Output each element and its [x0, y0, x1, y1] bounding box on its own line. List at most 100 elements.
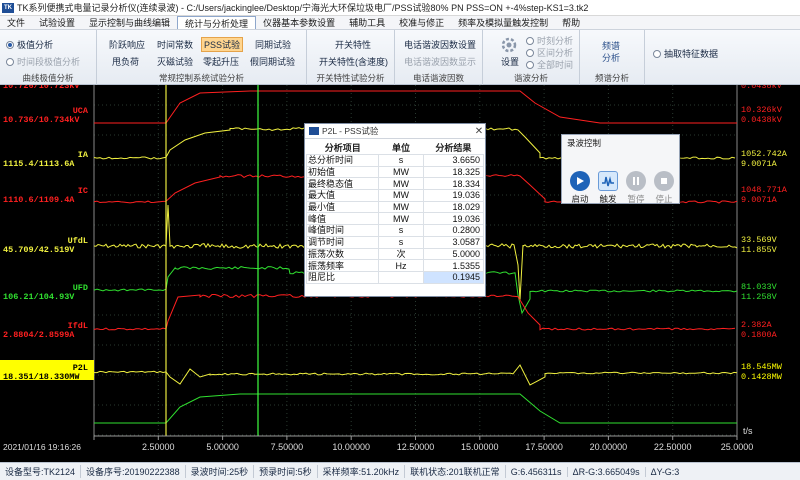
table-row[interactable]: 最终稳态值 MW 18.334 — [305, 177, 485, 191]
window-title: TK系列便携式电量记录分析仪(连续录波) - C:/Users/jackingl… — [17, 3, 589, 13]
channel-right-value2: 0.1428MW — [741, 372, 783, 382]
cell-unit: MW — [378, 177, 424, 191]
recording-control-panel[interactable]: 录波控制 启动 触发 暂停 停止 — [561, 134, 680, 204]
x-tick-label: 7.50000 — [271, 442, 304, 452]
connection-status: 联机状态:201联机正常 — [405, 465, 506, 478]
table-row[interactable]: 最大值 MW 19.036 — [305, 189, 485, 202]
title-bar: TK TK系列便携式电量记录分析仪(连续录波) - C:/Users/jacki… — [0, 0, 800, 16]
analysis-results-body: 总分析时间 s 3.6650 初始值 MW 18.325 最终稳态值 MW 18.334 最大值 M… — [305, 154, 485, 284]
cell-result: 18.029 — [422, 200, 485, 214]
table-row[interactable]: 初始值 MW 18.325 — [305, 165, 485, 179]
channel-right-value: 1048.771A — [741, 185, 788, 195]
status-bar: 设备型号:TK2124 设备序号:20190222388 录波时间:25秒 预录… — [0, 462, 800, 480]
channel-right-value2: 0.0438kV — [741, 115, 783, 125]
cell-result: 18.325 — [422, 165, 485, 179]
step-response-button[interactable]: 阶跃响应 — [109, 38, 145, 51]
table-row[interactable]: 最小值 MW 18.029 — [305, 200, 485, 214]
channel-right-top-partial: 0.0438kV — [741, 85, 783, 91]
x-tick-label: 15.00000 — [461, 442, 499, 452]
table-row[interactable]: 总分析时间 s 3.6650 — [305, 154, 485, 167]
de-excitation-button[interactable]: 灭磁试验 — [157, 55, 193, 68]
channel-name: IA — [78, 150, 89, 160]
cell-item: 振荡频率 — [305, 259, 380, 272]
menu-tab[interactable]: 辅助工具 — [342, 16, 392, 29]
cell-item: 最小值 — [305, 200, 380, 214]
device-serial: 设备序号:20190222388 — [81, 465, 186, 478]
channel-right-value: 18.545MW — [741, 362, 783, 372]
cell-item: 最大值 — [305, 189, 380, 202]
cell-item: 总分析时间 — [305, 154, 380, 167]
time-constant-button[interactable]: 时间常数 — [157, 38, 193, 51]
table-row[interactable]: 振荡次数次 5.0000 — [305, 247, 485, 261]
table-row[interactable]: 调节时间 s 3.0587 — [305, 235, 485, 249]
pss-test-button[interactable]: PSS试验 — [201, 37, 244, 52]
menu-tab[interactable]: 帮助 — [555, 16, 587, 29]
menu-tab[interactable]: 仪器基本参数设置 — [256, 16, 342, 29]
switch-characteristics-speed-button[interactable]: 开关特性(含速度) — [319, 55, 388, 68]
menu-bar: 文件 试验设置 显示控制与曲线编辑 统计与分析处理 仪器基本参数设置 辅助工具 校准与修正频… — [0, 16, 800, 30]
pause-icon — [626, 171, 646, 191]
switch-characteristics-button[interactable]: 开关特性 — [335, 38, 371, 51]
x-tick-label: 22.50000 — [654, 442, 692, 452]
thf-display-button[interactable]: 电话谐波因数显示 — [404, 55, 476, 68]
radio-indicator — [526, 49, 534, 57]
group-label: 常规控制系统试验分析 — [158, 73, 244, 83]
thf-settings-button[interactable]: 电话谐波因数设置 — [404, 38, 476, 51]
channel-right-value: 81.033V — [741, 282, 778, 292]
channel-value: 106.21/104.93V — [3, 292, 75, 302]
radio-indicator — [6, 58, 14, 66]
group-label: 频谱分析 — [594, 73, 629, 83]
pause-button[interactable]: 暂停 — [624, 171, 648, 205]
channel-right-value: 2.382A — [741, 320, 773, 330]
group-control-tests: 阶跃响应 时间常数 PSS试验 同期试验 甩负荷 灭磁试验 零起升压 假同期试验… — [97, 30, 307, 85]
sync-test-button[interactable]: 同期试验 — [255, 38, 291, 51]
table-row[interactable]: 峰值时间 s 0.2800 — [305, 224, 485, 237]
group-telephone-harmonic: 电话谐波因数设置 电话谐波因数显示 电话谐波因数 — [395, 30, 483, 85]
table-row[interactable]: 阻尼比 0.1945 — [305, 270, 485, 284]
cell-unit: MW — [378, 212, 424, 226]
cell-unit: MW — [378, 189, 424, 202]
channel-value: 10.736/10.734kV — [3, 115, 80, 125]
menu-tab[interactable]: 校准与修正 — [392, 16, 451, 29]
radio-period-extreme-analysis[interactable]: 时间段极值分析 — [6, 55, 80, 68]
x-tick-label: 25.0000 — [721, 442, 754, 452]
zero-start-boost-button[interactable]: 零起升压 — [203, 55, 239, 68]
cell-unit: s — [378, 154, 424, 167]
x-tick-label: 20.00000 — [590, 442, 628, 452]
menu-tab[interactable]: 频率及模拟量触发控制 — [451, 16, 555, 29]
dialog-title-bar[interactable]: P2L - PSS试验 ✕ — [305, 124, 485, 139]
group-label: 开关特性试验分析 — [316, 73, 385, 83]
menu-tab[interactable]: 统计与分析处理 — [177, 16, 257, 29]
spectrum-button-line2[interactable]: 分析 — [602, 51, 620, 64]
channel-value: 45.709/42.519V — [3, 245, 75, 255]
stop-label: 停止 — [655, 194, 673, 204]
channel-right-value: 1052.742A — [741, 149, 788, 159]
cell-result: 18.334 — [422, 177, 485, 191]
pss-analysis-dialog[interactable]: P2L - PSS试验 ✕ 分析项目 单位 分析结果 总分析时间 s 3.6650 初… — [304, 123, 486, 297]
menu-tab[interactable]: 试验设置 — [32, 16, 82, 29]
radio-extreme-analysis[interactable]: 极值分析 — [6, 38, 53, 51]
cell-item: 峰值 — [305, 212, 380, 226]
cell-item: 峰值时间 — [305, 224, 380, 237]
sample-rate: 采样频率:51.20kHz — [318, 465, 406, 478]
cell-unit — [378, 270, 424, 284]
close-icon[interactable]: ✕ — [473, 126, 485, 137]
radio-indicator — [526, 37, 534, 45]
trigger-button[interactable]: 触发 — [596, 171, 620, 205]
radio-indicator — [6, 41, 14, 49]
start-button[interactable]: 启动 — [568, 171, 592, 205]
table-row[interactable]: 峰值 MW 19.036 — [305, 212, 485, 226]
radio-extract-feature-data[interactable]: 抽取特征数据 — [653, 47, 718, 60]
stop-button[interactable]: 停止 — [652, 171, 676, 205]
menu-tab[interactable]: 显示控制与曲线编辑 — [82, 16, 177, 29]
radio-all-time[interactable]: 全部时间 — [526, 58, 573, 71]
menu-tab[interactable]: 文件 — [0, 16, 32, 29]
load-rejection-button[interactable]: 甩负荷 — [112, 55, 139, 68]
channel-value: 1115.4/1113.6A — [3, 159, 75, 169]
false-sync-test-button[interactable]: 假同期试验 — [250, 55, 295, 68]
group-label: 电话谐波因数 — [412, 73, 464, 83]
harmonic-settings-button[interactable] — [499, 36, 519, 56]
channel-name: IC — [78, 186, 88, 196]
table-row[interactable]: 振荡频率 Hz 1.5355 — [305, 259, 485, 272]
device-model: 设备型号:TK2124 — [0, 465, 82, 478]
